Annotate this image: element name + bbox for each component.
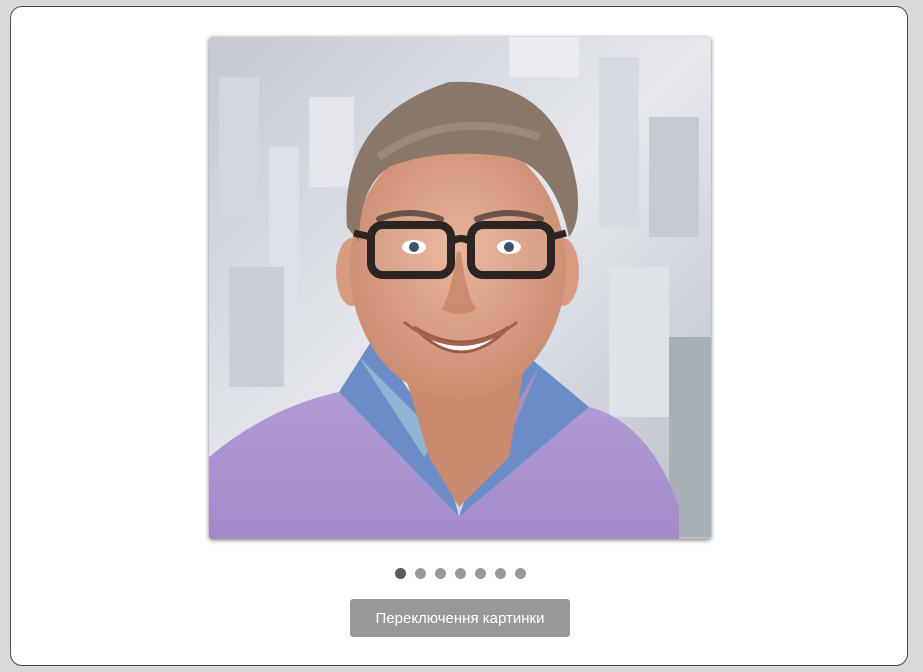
carousel-dot-7[interactable] [515, 568, 526, 579]
carousel-dot-3[interactable] [435, 568, 446, 579]
carousel-dot-2[interactable] [415, 568, 426, 579]
carousel-dot-5[interactable] [475, 568, 486, 579]
switch-image-button[interactable]: Переключення картинки [350, 599, 570, 637]
carousel-dot-4[interactable] [455, 568, 466, 579]
carousel-card: Переключення картинки [10, 6, 908, 666]
carousel-dots [395, 568, 526, 579]
carousel-dot-6[interactable] [495, 568, 506, 579]
portrait-image [209, 37, 711, 539]
carousel-dot-1[interactable] [395, 568, 406, 579]
carousel-photo [209, 37, 711, 539]
